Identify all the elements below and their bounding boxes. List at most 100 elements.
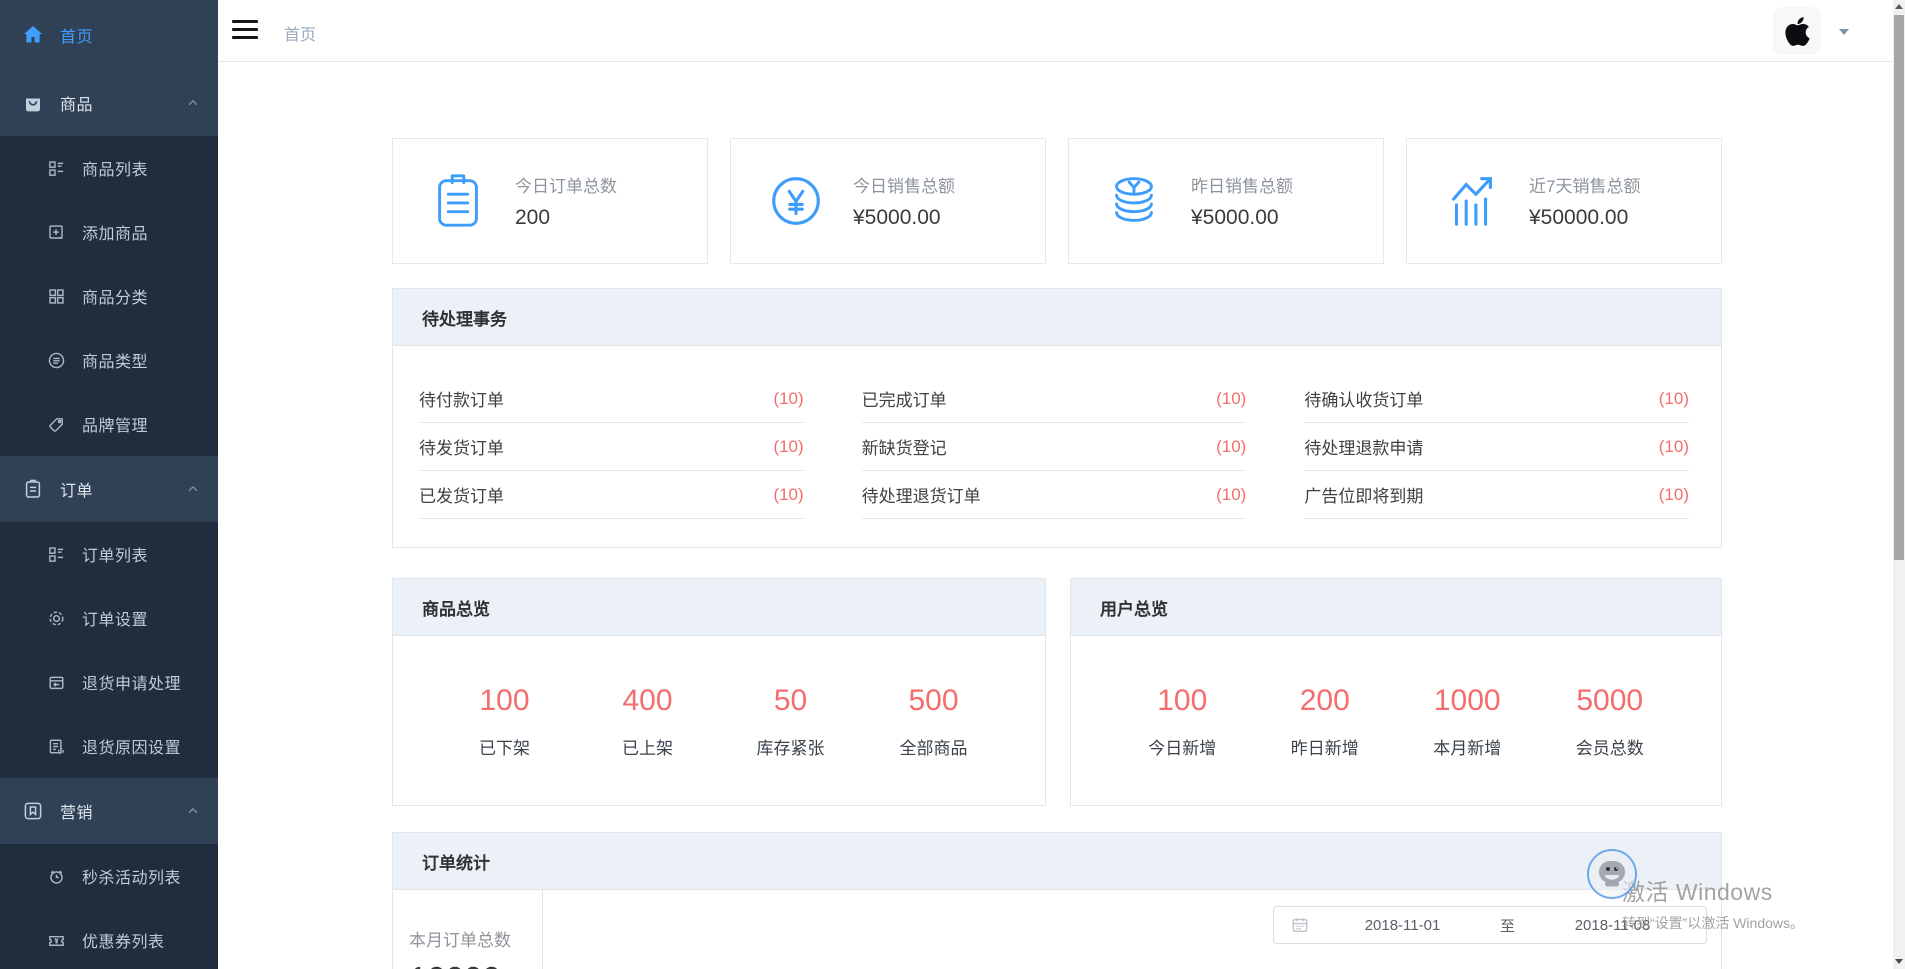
date-range-separator: 至 (1496, 915, 1519, 936)
sidebar-item-add-product[interactable]: 添加商品 (0, 200, 218, 264)
breadcrumb[interactable]: 首页 (284, 21, 316, 45)
overview-stat[interactable]: 100 今日新增 (1111, 684, 1254, 759)
todo-item-count: (10) (1216, 389, 1246, 409)
stat-card-value: 200 (515, 206, 617, 230)
sidebar-item-return-apply[interactable]: 退货申请处理 (0, 650, 218, 714)
sidebar-item-coupon[interactable]: 优惠券列表 (0, 908, 218, 969)
sidebar-item-order-setting[interactable]: 订单设置 (0, 586, 218, 650)
todo-item-count: (10) (773, 437, 803, 457)
home-icon (22, 24, 44, 46)
sidebar-item-label: 订单列表 (82, 542, 148, 566)
sidebar-item-label: 退货申请处理 (82, 670, 181, 694)
todo-item-label: 已完成订单 (862, 386, 947, 411)
todo-item[interactable]: 已完成订单 (10) (862, 375, 1247, 423)
sidebar-item-category[interactable]: 商品分类 (0, 264, 218, 328)
scrollbar-thumb[interactable] (1894, 15, 1904, 560)
sidebar-item-product-type[interactable]: 商品类型 (0, 328, 218, 392)
sidebar-item-label: 商品类型 (82, 348, 148, 372)
todo-item[interactable]: 已发货订单(10) (419, 471, 804, 519)
stat-label: 今日新增 (1111, 734, 1254, 759)
order-clipboard-icon (22, 478, 44, 500)
sidebar: 首页 商品 商品列表 添加商品 商品分类 商品类型 品牌管理 订单 (0, 0, 218, 969)
hamburger-icon[interactable] (232, 20, 258, 41)
sidebar-item-product-list[interactable]: 商品列表 (0, 136, 218, 200)
stat-label: 本月新增 (1396, 734, 1539, 759)
todo-item[interactable]: 待处理退款申请(10) (1304, 423, 1689, 471)
overview-stat[interactable]: 100已下架 (433, 684, 576, 759)
overview-stat[interactable]: 400已上架 (576, 684, 719, 759)
overview-stat[interactable]: 5000会员总数 (1539, 684, 1682, 759)
date-end-input[interactable]: 2018-11-08 (1519, 917, 1706, 934)
vertical-scrollbar[interactable] (1893, 0, 1905, 969)
mascot-face (1597, 860, 1627, 888)
sidebar-item-order[interactable]: 订单 (0, 456, 218, 522)
today-sales-icon (765, 170, 827, 232)
sidebar-item-flash-sale[interactable]: 秒杀活动列表 (0, 844, 218, 908)
calendar-icon (1291, 916, 1309, 934)
sidebar-item-label: 商品分类 (82, 284, 148, 308)
sidebar-item-goods[interactable]: 商品 (0, 70, 218, 136)
stat-value: 500 (862, 684, 1005, 718)
todo-item-count: (10) (1659, 485, 1689, 505)
order-list-icon (47, 545, 66, 564)
todo-item-count: (10) (1659, 389, 1689, 409)
date-range-picker[interactable]: 2018-11-01 至 2018-11-08 (1273, 906, 1707, 944)
todo-item-count: (10) (1216, 485, 1246, 505)
scroll-down-arrow-icon[interactable] (1895, 959, 1903, 964)
sidebar-item-label: 退货原因设置 (82, 734, 181, 758)
chat-mascot-icon[interactable] (1587, 849, 1637, 899)
todo-item[interactable]: 待处理退货订单(10) (862, 471, 1247, 519)
order-setting-gear-icon (47, 609, 66, 628)
user-overview-title: 用户总览 (1071, 579, 1721, 636)
goods-submenu: 商品列表 添加商品 商品分类 商品类型 品牌管理 (0, 136, 218, 456)
todo-item-label: 待确认收货订单 (1304, 386, 1423, 411)
stat-label: 已上架 (576, 734, 719, 759)
avatar[interactable] (1773, 7, 1821, 55)
sidebar-item-order-list[interactable]: 订单列表 (0, 522, 218, 586)
todo-item[interactable]: 待发货订单(10) (419, 423, 804, 471)
date-start-input[interactable]: 2018-11-01 (1309, 917, 1496, 934)
return-apply-icon (47, 673, 66, 692)
main-content: 今日订单总数 200 今日销售总额 ¥5000.00 昨日销售总额 ¥5000.… (218, 62, 1893, 969)
order-metric-label: 本月订单总数 (409, 926, 542, 951)
add-product-icon (47, 223, 66, 242)
stat-value: 100 (1111, 684, 1254, 718)
overview-stat[interactable]: 1000本月新增 (1396, 684, 1539, 759)
sidebar-item-label: 商品 (60, 91, 93, 115)
todo-item-count: (10) (773, 389, 803, 409)
caret-down-icon[interactable] (1839, 29, 1849, 35)
todo-item-count: (10) (773, 485, 803, 505)
todo-item-count: (10) (1216, 437, 1246, 457)
overview-stat[interactable]: 200昨日新增 (1254, 684, 1397, 759)
sidebar-item-label: 优惠券列表 (82, 928, 165, 952)
sidebar-item-home[interactable]: 首页 (0, 0, 218, 70)
chevron-up-icon (186, 96, 200, 110)
sidebar-item-label: 营销 (60, 799, 93, 823)
stat-card-label: 昨日销售总额 (1191, 172, 1293, 197)
todo-item[interactable]: 广告位即将到期(10) (1304, 471, 1689, 519)
sidebar-item-marketing[interactable]: 营销 (0, 778, 218, 844)
scroll-up-arrow-icon[interactable] (1895, 4, 1903, 9)
product-overview-title: 商品总览 (393, 579, 1045, 636)
sidebar-item-label: 商品列表 (82, 156, 148, 180)
order-total-icon (427, 170, 489, 232)
product-list-icon (47, 159, 66, 178)
sidebar-item-label: 订单设置 (82, 606, 148, 630)
todo-item[interactable]: 待付款订单(10) (419, 375, 804, 423)
stat-label: 库存紧张 (719, 734, 862, 759)
stat-value: 100 (433, 684, 576, 718)
todo-item[interactable]: 待确认收货订单 (10) (1304, 375, 1689, 423)
todo-item[interactable]: 新缺货登记(10) (862, 423, 1247, 471)
overview-stat[interactable]: 50库存紧张 (719, 684, 862, 759)
brand-tag-icon (47, 415, 66, 434)
marketing-submenu: 秒杀活动列表 优惠券列表 (0, 844, 218, 969)
stat-label: 全部商品 (862, 734, 1005, 759)
sidebar-item-brand[interactable]: 品牌管理 (0, 392, 218, 456)
sidebar-item-return-reason[interactable]: 退货原因设置 (0, 714, 218, 778)
stat-card-yesterday-sales: 昨日销售总额 ¥5000.00 (1068, 138, 1384, 264)
sidebar-item-label: 首页 (60, 23, 93, 47)
order-metric: 本月订单总数 10000 (393, 890, 543, 969)
overview-stat[interactable]: 500 全部商品 (862, 684, 1005, 759)
todo-panel: 待处理事务 待付款订单(10) 已完成订单(10) 待确认收货订单(10) 待发… (392, 288, 1722, 548)
order-metric-value: 10000 (409, 960, 542, 969)
